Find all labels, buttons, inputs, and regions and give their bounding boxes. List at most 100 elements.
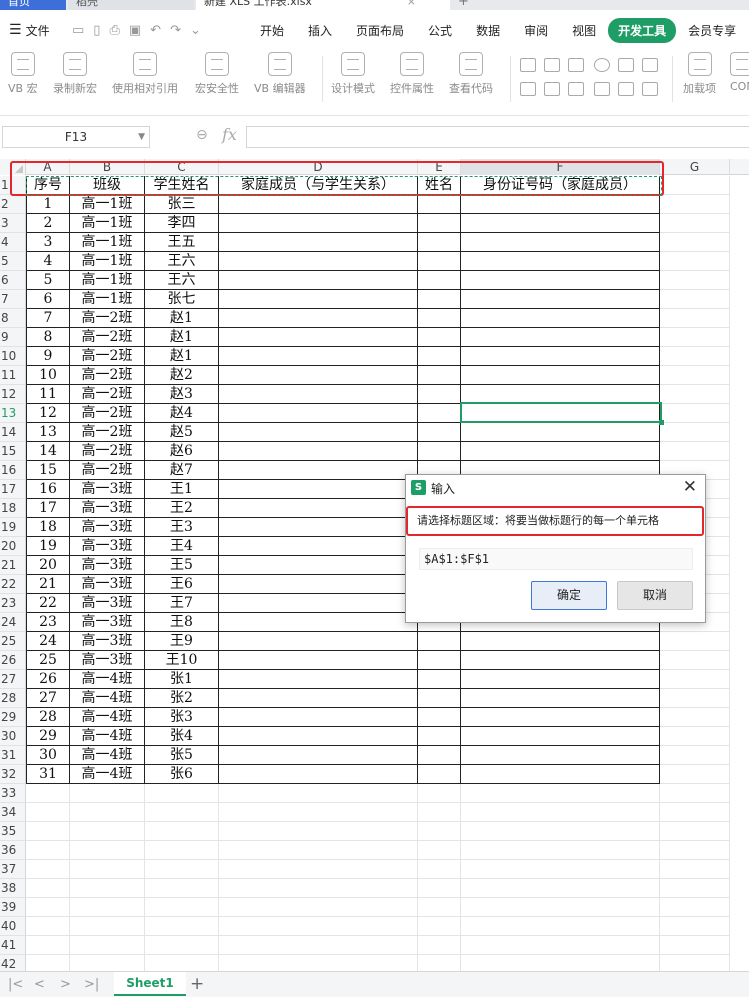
table-cell[interactable] [70,917,145,936]
table-cell[interactable] [219,233,418,252]
table-cell[interactable] [145,955,219,971]
table-cell[interactable] [70,879,145,898]
table-cell[interactable] [219,955,418,971]
addins-button[interactable]: 加载项 [683,52,716,96]
table-cell[interactable] [219,252,418,271]
table-cell[interactable] [418,784,461,803]
table-cell[interactable] [461,746,660,765]
row-header[interactable]: 23 [0,594,26,613]
table-cell[interactable] [660,252,730,271]
table-cell[interactable]: 18 [26,518,70,537]
table-cell[interactable] [461,442,660,461]
table-cell[interactable] [145,860,219,879]
table-cell[interactable] [418,727,461,746]
row-header[interactable]: 15 [0,442,26,461]
table-cell[interactable] [660,708,730,727]
table-cell[interactable] [461,917,660,936]
table-cell[interactable] [70,860,145,879]
save-icon[interactable]: ▭ [72,23,84,38]
row-header[interactable]: 20 [0,537,26,556]
table-cell[interactable] [145,917,219,936]
table-cell[interactable] [26,841,70,860]
table-cell[interactable] [219,556,418,575]
table-cell[interactable] [461,385,660,404]
row-header[interactable]: 7 [0,290,26,309]
header-cell[interactable]: 班级 [70,176,145,195]
table-cell[interactable] [461,841,660,860]
table-cell[interactable] [660,955,730,971]
table-cell[interactable] [418,841,461,860]
table-cell[interactable]: 15 [26,461,70,480]
table-cell[interactable] [660,214,730,233]
table-cell[interactable] [70,898,145,917]
table-cell[interactable] [418,233,461,252]
row-header[interactable]: 11 [0,366,26,385]
table-cell[interactable] [660,404,730,423]
table-cell[interactable]: 高一4班 [70,727,145,746]
table-cell[interactable] [418,955,461,971]
first-sheet-icon[interactable]: |< [8,977,23,992]
table-cell[interactable] [418,803,461,822]
table-cell[interactable]: 31 [26,765,70,784]
table-cell[interactable]: 王五 [145,233,219,252]
table-cell[interactable]: 张三 [145,195,219,214]
table-cell[interactable] [219,442,418,461]
table-cell[interactable]: 高一4班 [70,765,145,784]
last-sheet-icon[interactable]: >| [84,977,99,992]
table-cell[interactable] [26,879,70,898]
table-cell[interactable]: 1 [26,195,70,214]
menu-insert[interactable]: 插入 [296,22,344,39]
row-header[interactable]: 3 [0,214,26,233]
row-header[interactable]: 25 [0,632,26,651]
select-all-corner[interactable] [0,159,26,175]
table-cell[interactable]: 王6 [145,575,219,594]
table-cell[interactable]: 高一3班 [70,499,145,518]
table-cell[interactable] [219,936,418,955]
table-cell[interactable]: 17 [26,499,70,518]
row-header[interactable]: 26 [0,651,26,670]
table-cell[interactable] [219,651,418,670]
row-header[interactable]: 33 [0,784,26,803]
table-cell[interactable] [145,822,219,841]
table-cell[interactable] [219,670,418,689]
table-cell[interactable]: 高一2班 [70,347,145,366]
tab-home[interactable]: 首页 [0,0,66,10]
row-header[interactable]: 37 [0,860,26,879]
table-cell[interactable] [70,841,145,860]
table-cell[interactable] [418,423,461,442]
table-cell[interactable] [219,727,418,746]
header-cell[interactable]: 学生姓名 [145,176,219,195]
table-cell[interactable]: 高一2班 [70,309,145,328]
table-cell[interactable]: 张4 [145,727,219,746]
table-cell[interactable] [145,898,219,917]
table-cell[interactable] [660,670,730,689]
table-cell[interactable] [219,689,418,708]
table-cell[interactable] [70,955,145,971]
table-cell[interactable]: 30 [26,746,70,765]
table-cell[interactable] [219,860,418,879]
table-cell[interactable] [461,651,660,670]
column-header-g[interactable]: G [660,159,730,175]
row-header[interactable]: 41 [0,936,26,955]
table-cell[interactable]: 高一4班 [70,689,145,708]
tab-current-document[interactable]: 新建 XLS 工作表.xlsx × [196,0,450,10]
record-macro-button[interactable]: 录制新宏 [53,52,97,96]
textbox-control-icon[interactable] [544,58,560,72]
table-cell[interactable] [461,803,660,822]
table-cell[interactable] [418,366,461,385]
row-header[interactable]: 16 [0,461,26,480]
row-header[interactable]: 17 [0,480,26,499]
table-cell[interactable]: 4 [26,252,70,271]
table-cell[interactable]: 张七 [145,290,219,309]
table-cell[interactable] [26,898,70,917]
table-cell[interactable] [70,936,145,955]
print-icon[interactable]: ⎙ [109,23,119,38]
menu-start[interactable]: 开始 [248,22,296,39]
customize-dropdown-icon[interactable]: ⌄ [190,23,201,38]
table-cell[interactable]: 高一2班 [70,461,145,480]
table-cell[interactable] [219,917,418,936]
table-cell[interactable]: 张6 [145,765,219,784]
table-cell[interactable] [461,936,660,955]
table-cell[interactable]: 25 [26,651,70,670]
table-cell[interactable]: 高一3班 [70,575,145,594]
